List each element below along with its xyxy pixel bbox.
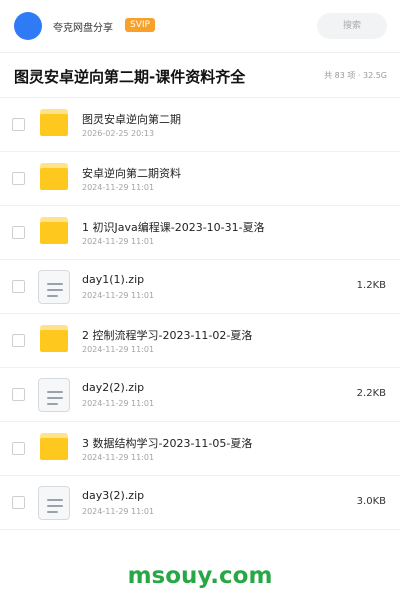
list-item[interactable]: day2(2).zip 2024-11-29 11:01 2.2KB bbox=[0, 368, 400, 422]
select-checkbox[interactable] bbox=[12, 280, 25, 293]
page-title: 图灵安卓逆向第二期-课件资料齐全 bbox=[14, 68, 246, 86]
item-name: 安卓逆向第二期资料 bbox=[82, 167, 181, 180]
watermark-text: msouy.com bbox=[127, 563, 273, 589]
file-icon bbox=[38, 486, 70, 520]
item-date: 2024-11-29 11:01 bbox=[82, 453, 155, 462]
folder-icon bbox=[38, 216, 70, 250]
folder-icon bbox=[38, 324, 70, 358]
list-item[interactable]: day3(2).zip 2024-11-29 11:01 3.0KB bbox=[0, 476, 400, 530]
avatar[interactable] bbox=[14, 12, 42, 40]
share-title: 夸克网盘分享 bbox=[53, 23, 113, 34]
select-checkbox[interactable] bbox=[12, 172, 25, 185]
item-date: 2024-11-29 11:01 bbox=[82, 399, 155, 408]
folder-icon bbox=[38, 432, 70, 466]
search-button[interactable]: 搜索 bbox=[317, 13, 387, 39]
item-date: 2024-11-29 11:01 bbox=[82, 345, 155, 354]
select-checkbox[interactable] bbox=[12, 118, 25, 131]
list-item[interactable]: 3 数据结构学习-2023-11-05-夏洛 2024-11-29 11:01 bbox=[0, 422, 400, 476]
item-date: 2024-11-29 11:01 bbox=[82, 291, 155, 300]
select-checkbox[interactable] bbox=[12, 334, 25, 347]
folder-icon bbox=[38, 162, 70, 196]
list-item[interactable]: 1 初识Java编程课-2023-10-31-夏洛 2024-11-29 11:0… bbox=[0, 206, 400, 260]
item-name: 2 控制流程学习-2023-11-02-夏洛 bbox=[82, 329, 253, 342]
list-item[interactable]: 安卓逆向第二期资料 2024-11-29 11:01 bbox=[0, 152, 400, 206]
folder-title-row: 图灵安卓逆向第二期-课件资料齐全 共 83 项 · 32.5G bbox=[0, 54, 400, 98]
select-checkbox[interactable] bbox=[12, 496, 25, 509]
svip-badge: SVIP bbox=[125, 18, 155, 32]
list-item[interactable]: day1(1).zip 2024-11-29 11:01 1.2KB bbox=[0, 260, 400, 314]
list-item[interactable]: 2 控制流程学习-2023-11-02-夏洛 2024-11-29 11:01 bbox=[0, 314, 400, 368]
folder-icon bbox=[38, 108, 70, 142]
item-date: 2026-02-25 20:13 bbox=[82, 129, 155, 138]
item-date: 2024-11-29 11:01 bbox=[82, 507, 155, 516]
item-date: 2024-11-29 11:01 bbox=[82, 183, 155, 192]
share-header: 夸克网盘分享 SVIP 搜索 bbox=[0, 0, 400, 53]
item-name: 图灵安卓逆向第二期 bbox=[82, 113, 181, 126]
item-size: 1.2KB bbox=[356, 280, 386, 291]
item-size: 3.0KB bbox=[356, 496, 386, 507]
item-name: 1 初识Java编程课-2023-10-31-夏洛 bbox=[82, 221, 265, 234]
file-icon bbox=[38, 270, 70, 304]
select-checkbox[interactable] bbox=[12, 226, 25, 239]
item-name: day3(2).zip bbox=[82, 489, 145, 502]
item-size: 2.2KB bbox=[356, 388, 386, 399]
file-icon bbox=[38, 378, 70, 412]
item-name: day2(2).zip bbox=[82, 381, 145, 394]
list-item[interactable]: 图灵安卓逆向第二期 2026-02-25 20:13 bbox=[0, 98, 400, 152]
select-checkbox[interactable] bbox=[12, 442, 25, 455]
item-name: day1(1).zip bbox=[82, 273, 145, 286]
select-checkbox[interactable] bbox=[12, 388, 25, 401]
folder-summary: 共 83 项 · 32.5G bbox=[324, 71, 387, 80]
item-name: 3 数据结构学习-2023-11-05-夏洛 bbox=[82, 437, 253, 450]
file-list: 图灵安卓逆向第二期 2026-02-25 20:13 安卓逆向第二期资料 2024-1… bbox=[0, 98, 400, 530]
item-date: 2024-11-29 11:01 bbox=[82, 237, 155, 246]
